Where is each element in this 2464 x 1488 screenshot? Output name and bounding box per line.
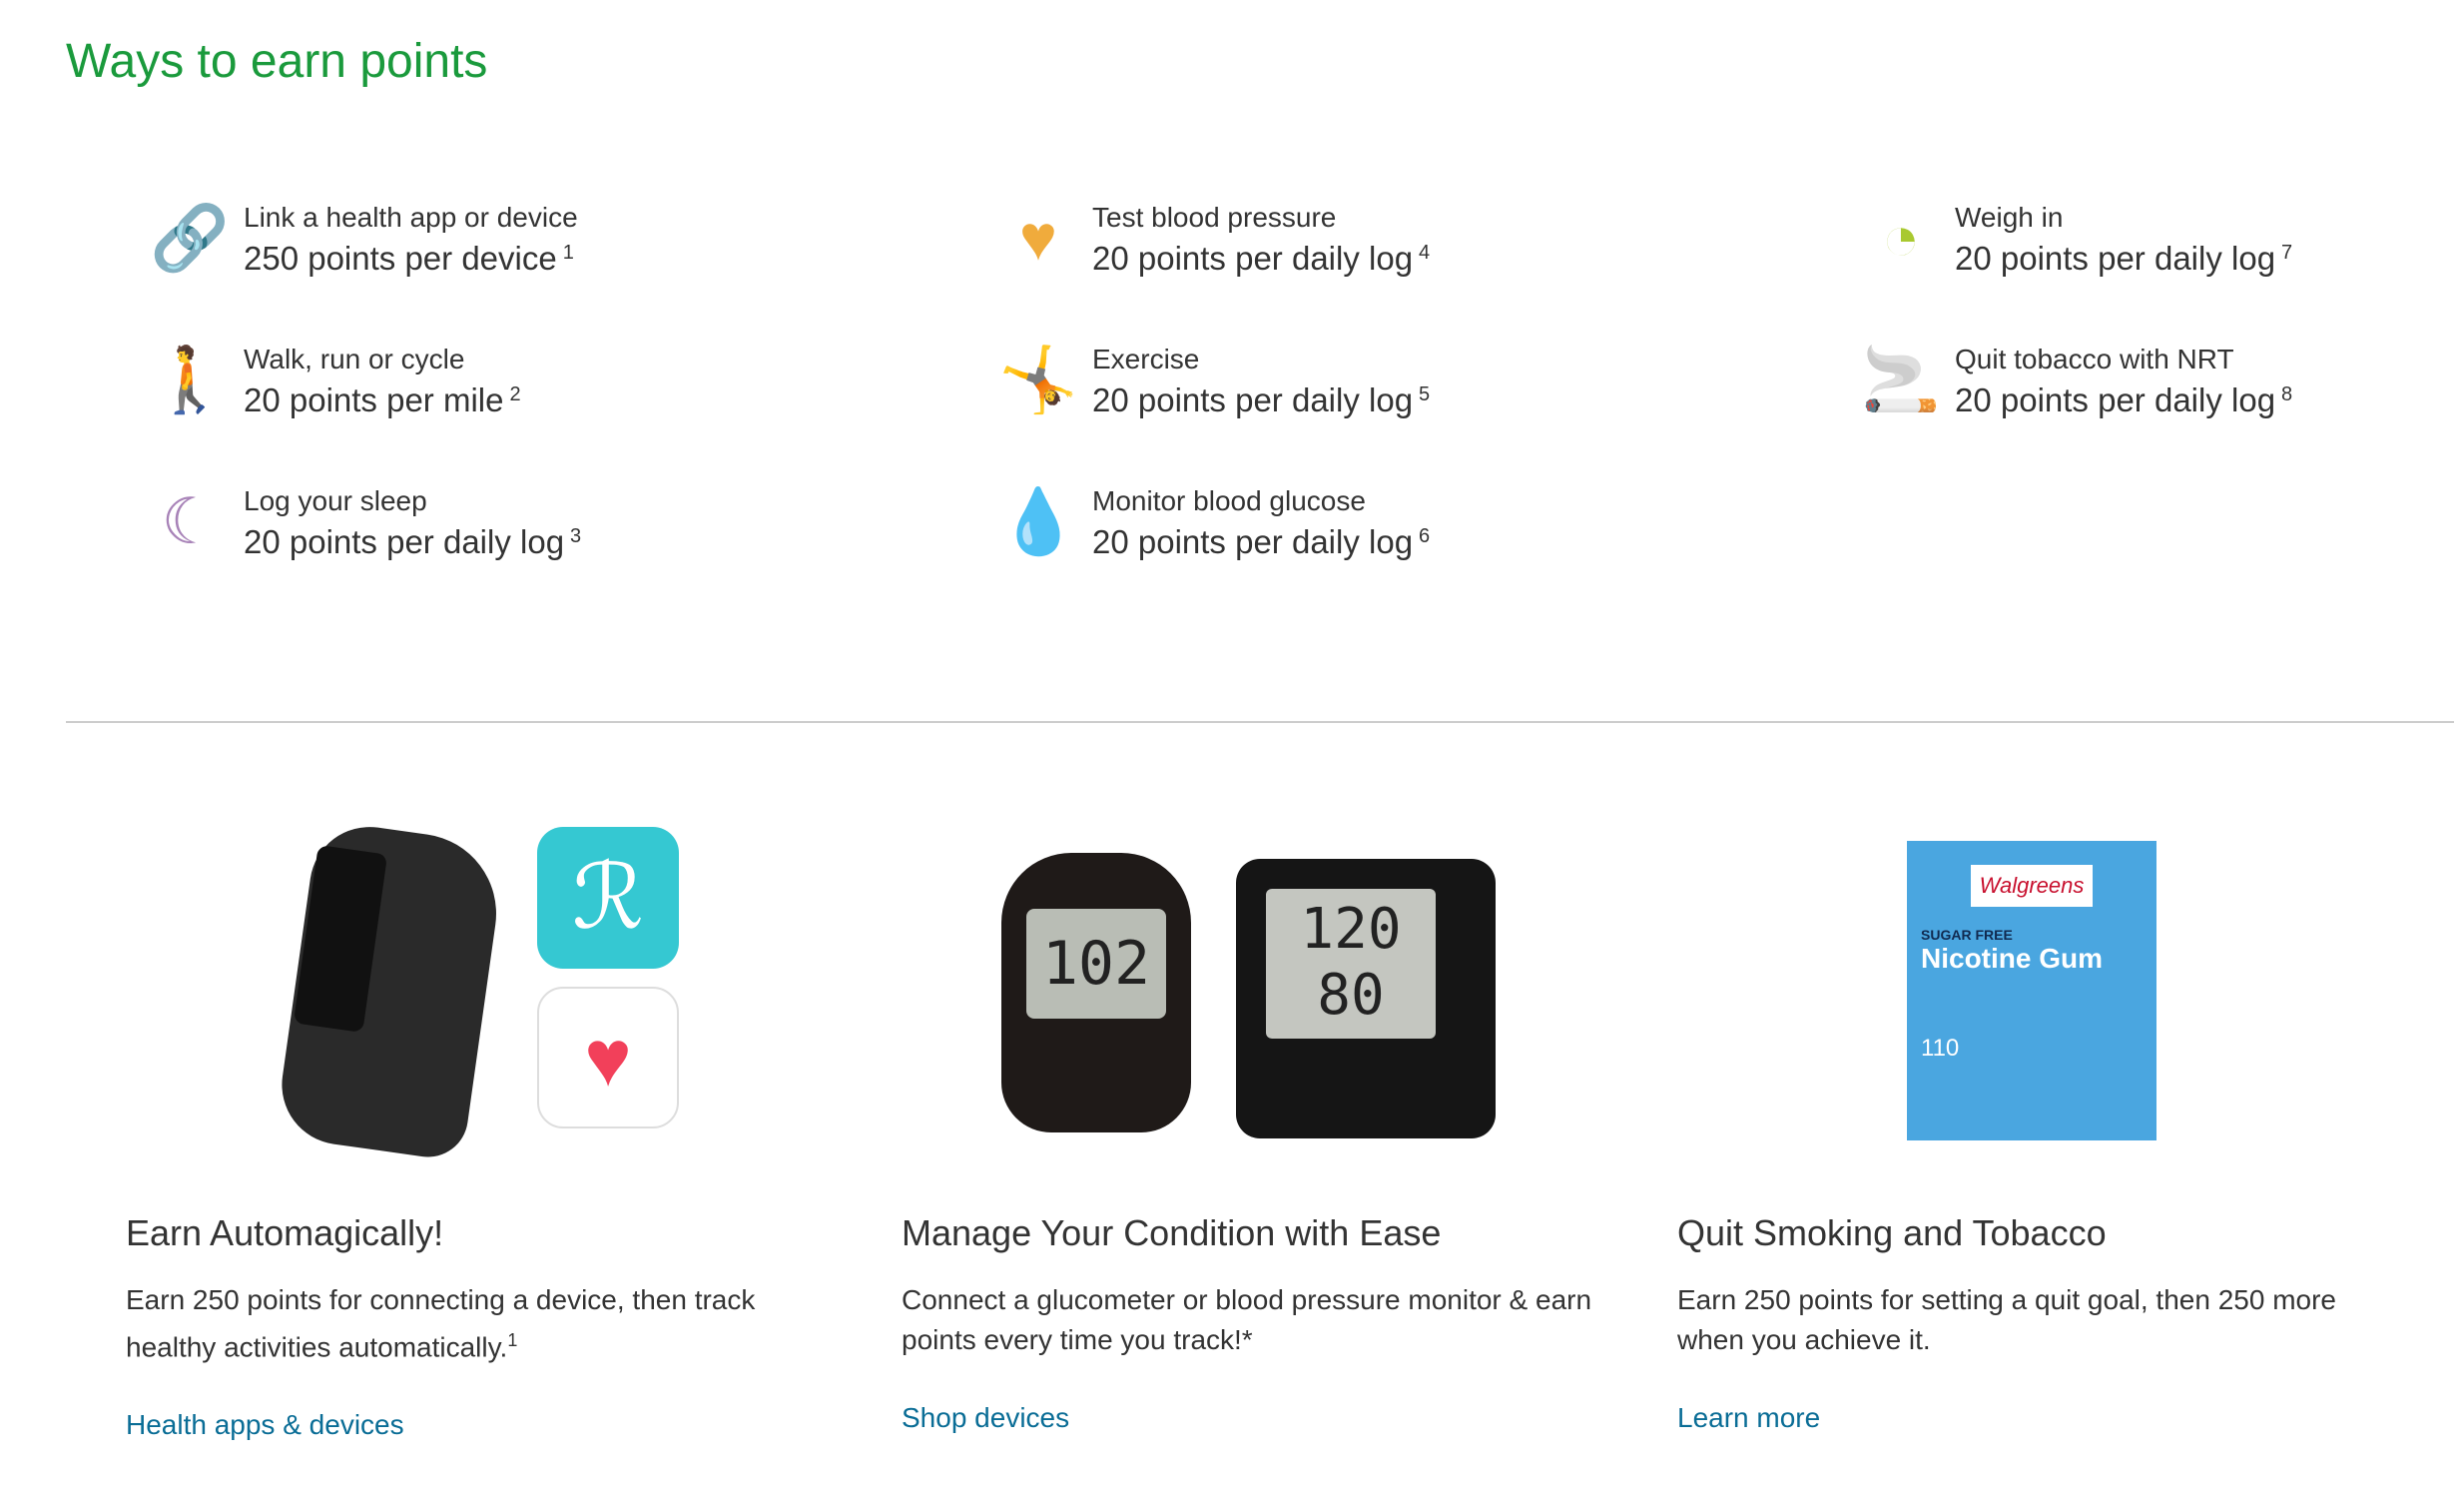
earn-item: 🤸 Exercise 20 points per daily log 5: [998, 340, 1430, 421]
card-body: Connect a glucometer or blood pressure m…: [902, 1284, 1592, 1355]
fitness-tracker-image: ℛ ♥: [126, 819, 845, 1198]
earn-item: 💧 Monitor blood glucose 20 points per da…: [998, 481, 1430, 563]
link-icon: 🔗: [150, 201, 230, 274]
health-apps-link[interactable]: Health apps & devices: [126, 1409, 845, 1441]
shop-devices-link[interactable]: Shop devices: [902, 1402, 1620, 1434]
card-manage-condition: 102 120 80 Manage Your Condition with Eas…: [902, 819, 1620, 1434]
card-body: Earn 250 points for setting a quit goal,…: [1677, 1284, 2336, 1355]
moon-stars-icon: ☾: [161, 484, 219, 557]
item-value: 20 points per daily log 3: [244, 523, 582, 560]
item-label: Exercise: [1092, 344, 1200, 374]
health-app-icon: ♥: [537, 987, 679, 1128]
divider: [66, 721, 2454, 723]
devices-image: 102 120 80: [902, 819, 1620, 1198]
earn-item: ☾ Log your sleep 20 points per daily log…: [150, 481, 581, 563]
nicotine-gum-image: Walgreens SUGAR FREE Nicotine Gum 110: [1677, 819, 2396, 1198]
scale-icon: ◔: [1881, 202, 1921, 274]
card-body: Earn 250 points for connecting a device,…: [126, 1284, 756, 1363]
heart-pulse-icon: ♥: [1019, 202, 1057, 274]
item-label: Quit tobacco with NRT: [1955, 344, 2234, 374]
item-label: Monitor blood glucose: [1092, 485, 1366, 516]
item-label: Walk, run or cycle: [244, 344, 465, 374]
earn-item: ♥ Test blood pressure 20 points per dail…: [998, 198, 1430, 280]
item-label: Test blood pressure: [1092, 202, 1337, 233]
item-value: 20 points per daily log 7: [1955, 240, 2293, 277]
earn-item: 🚶 Walk, run or cycle 20 points per mile 2: [150, 340, 521, 421]
earn-item: 🔗 Link a health app or device 250 points…: [150, 198, 578, 280]
item-value: 20 points per daily log 5: [1092, 381, 1431, 418]
card-heading: Earn Automagically!: [126, 1212, 444, 1253]
app-icon: ℛ: [537, 827, 679, 969]
earn-item: ◔ Weigh in 20 points per daily log 7: [1861, 198, 2293, 280]
earn-item: 🚬 Quit tobacco with NRT 20 points per da…: [1861, 340, 2292, 421]
item-value: 250 points per device 1: [244, 240, 574, 277]
item-value: 20 points per daily log 8: [1955, 381, 2293, 418]
item-value: 20 points per daily log 6: [1092, 523, 1431, 560]
no-smoking-icon: 🚬: [1861, 343, 1941, 415]
card-quit-smoking: Walgreens SUGAR FREE Nicotine Gum 110 Qu…: [1677, 819, 2396, 1434]
item-label: Log your sleep: [244, 485, 427, 516]
card-heading: Quit Smoking and Tobacco: [1677, 1212, 2107, 1253]
card-earn-automagically: ℛ ♥ Earn Automagically! Earn 250 points …: [126, 819, 845, 1441]
walking-icon: 🚶: [150, 343, 230, 415]
item-label: Link a health app or device: [244, 202, 578, 233]
learn-more-link[interactable]: Learn more: [1677, 1402, 2396, 1434]
card-heading: Manage Your Condition with Ease: [902, 1212, 1442, 1253]
item-label: Weigh in: [1955, 202, 2064, 233]
glucose-meter-icon: 💧: [998, 484, 1078, 557]
item-value: 20 points per daily log 4: [1092, 240, 1431, 277]
exercise-icon: 🤸: [998, 343, 1078, 415]
item-value: 20 points per mile 2: [244, 381, 521, 418]
page-title: Ways to earn points: [66, 35, 488, 88]
